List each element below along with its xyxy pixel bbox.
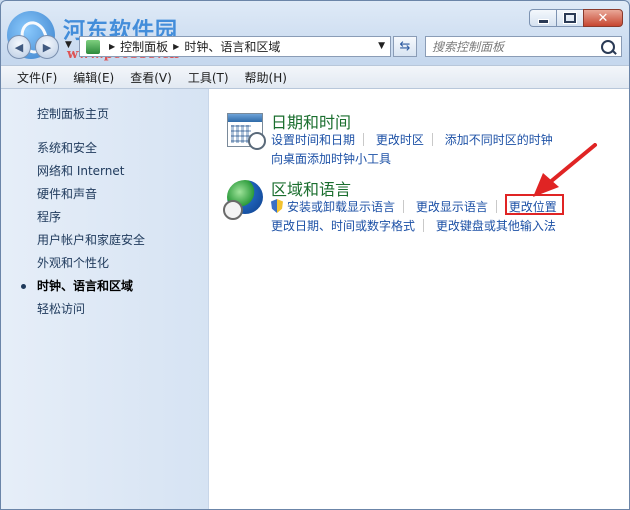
breadcrumb-separator-icon: ▶ <box>109 42 116 51</box>
search-icon[interactable] <box>601 40 615 54</box>
forward-button[interactable]: ▶ <box>35 35 59 59</box>
change-keyboard-input-link[interactable]: 更改键盘或其他输入法 <box>436 219 556 233</box>
category-programs[interactable]: 程序 <box>1 206 208 229</box>
recent-pages-dropdown[interactable]: ▼ <box>65 40 72 50</box>
content-area: 控制面板主页 系统和安全 网络和 Internet 硬件和声音 程序 用户帐户和… <box>1 89 629 509</box>
control-panel-window: 河东软件园 www.pc0359.cn ✕ ◀ ▶ ▼ ▶ 控制面板 ▶ 时钟、… <box>0 0 630 510</box>
category-clock-language-region[interactable]: 时钟、语言和区域 <box>1 275 208 298</box>
date-time-links-row2: 向桌面添加时钟小工具 <box>271 150 391 167</box>
region-language-links-row2: 更改日期、时间或数字格式 更改键盘或其他输入法 <box>271 217 556 234</box>
search-input[interactable] <box>426 38 604 55</box>
date-time-links-row1: 设置时间和日期 更改时区 添加不同时区的时钟 <box>271 131 553 148</box>
category-hardware-sound[interactable]: 硬件和声音 <box>1 183 208 206</box>
breadcrumb-clock-language-region[interactable]: 时钟、语言和区域 <box>184 38 280 55</box>
search-box[interactable] <box>425 36 622 57</box>
forward-arrow-icon: ▶ <box>42 40 52 54</box>
refresh-icon: ⇆ <box>399 39 411 54</box>
maximize-icon <box>563 12 577 24</box>
menu-tools[interactable]: 工具(T) <box>182 69 235 86</box>
change-date-time-format-link[interactable]: 更改日期、时间或数字格式 <box>271 219 415 233</box>
category-appearance[interactable]: 外观和个性化 <box>1 252 208 275</box>
maximize-button[interactable] <box>556 9 583 27</box>
chevron-down-icon: ▼ <box>65 40 72 50</box>
menu-edit[interactable]: 编辑(E) <box>67 69 120 86</box>
calendar-clock-icon[interactable] <box>227 113 266 150</box>
navigation-bar: ◀ ▶ ▼ ▶ 控制面板 ▶ 时钟、语言和区域 ▼ ⇆ <box>1 35 629 59</box>
region-language-title[interactable]: 区域和语言 <box>271 176 351 200</box>
category-user-accounts[interactable]: 用户帐户和家庭安全 <box>1 229 208 252</box>
address-bar[interactable]: ▶ 控制面板 ▶ 时钟、语言和区域 ▼ <box>79 36 391 57</box>
selected-bullet-icon <box>21 284 26 289</box>
control-panel-icon <box>86 39 100 54</box>
window-controls: ✕ <box>529 9 623 27</box>
category-label: 时钟、语言和区域 <box>37 279 134 293</box>
refresh-button[interactable]: ⇆ <box>393 36 417 57</box>
date-time-title[interactable]: 日期和时间 <box>271 109 351 133</box>
category-system-security[interactable]: 系统和安全 <box>1 137 208 160</box>
menu-help[interactable]: 帮助(H) <box>239 69 293 86</box>
minimize-icon <box>537 18 549 24</box>
breadcrumb-control-panel[interactable]: 控制面板 <box>120 38 168 55</box>
add-clock-gadget-link[interactable]: 向桌面添加时钟小工具 <box>271 152 391 166</box>
category-network-internet[interactable]: 网络和 Internet <box>1 160 208 183</box>
minimize-button[interactable] <box>529 9 556 27</box>
install-display-language-link[interactable]: 安装或卸载显示语言 <box>287 200 395 214</box>
breadcrumb-separator-icon: ▶ <box>173 42 180 51</box>
change-display-language-link[interactable]: 更改显示语言 <box>416 200 488 214</box>
address-dropdown-icon[interactable]: ▼ <box>378 41 385 51</box>
set-time-date-link[interactable]: 设置时间和日期 <box>271 133 355 147</box>
close-button[interactable]: ✕ <box>583 9 623 27</box>
close-icon: ✕ <box>597 10 609 26</box>
uac-shield-icon <box>271 199 283 213</box>
globe-clock-icon[interactable] <box>223 180 263 220</box>
change-time-zone-link[interactable]: 更改时区 <box>376 133 424 147</box>
back-button[interactable]: ◀ <box>7 35 31 59</box>
menu-view[interactable]: 查看(V) <box>124 69 178 86</box>
category-list: 系统和安全 网络和 Internet 硬件和声音 程序 用户帐户和家庭安全 外观… <box>1 137 208 321</box>
annotation-arrow-icon <box>533 143 597 197</box>
menu-bar: 文件(F) 编辑(E) 查看(V) 工具(T) 帮助(H) <box>1 65 629 89</box>
back-arrow-icon: ◀ <box>14 40 24 54</box>
control-panel-home-link[interactable]: 控制面板主页 <box>37 105 109 122</box>
category-ease-of-access[interactable]: 轻松访问 <box>1 298 208 321</box>
main-pane: 日期和时间 设置时间和日期 更改时区 添加不同时区的时钟 向桌面添加时钟小工具 … <box>209 89 629 509</box>
left-navigation-pane: 控制面板主页 系统和安全 网络和 Internet 硬件和声音 程序 用户帐户和… <box>1 89 209 509</box>
menu-file[interactable]: 文件(F) <box>11 69 63 86</box>
